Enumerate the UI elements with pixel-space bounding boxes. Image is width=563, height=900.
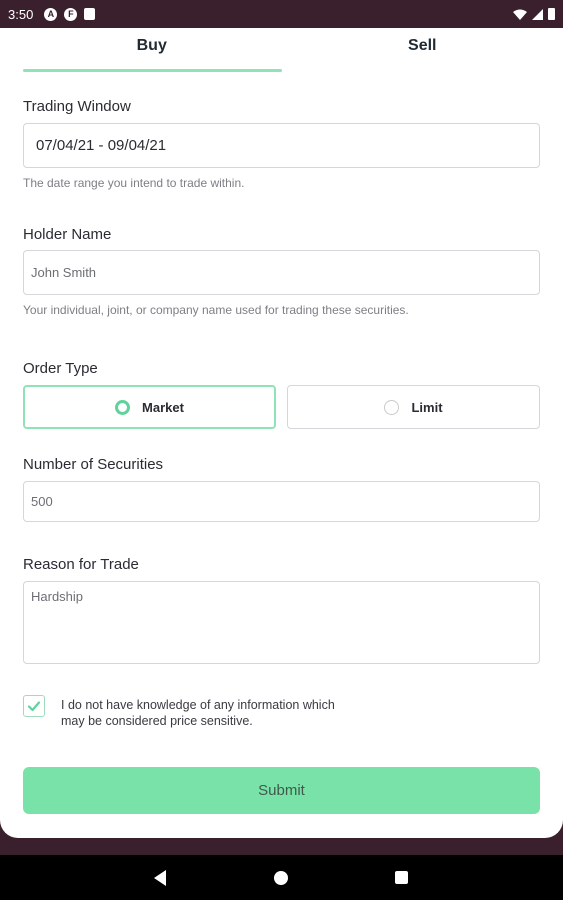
holder-name-hint: Your individual, joint, or company name … — [23, 303, 409, 317]
battery-icon — [548, 8, 555, 20]
tab-active-indicator — [23, 69, 282, 72]
holder-name-placeholder: John Smith — [31, 265, 97, 280]
sim-icon — [84, 8, 96, 20]
tab-sell[interactable]: Sell — [282, 28, 563, 72]
reason-label: Reason for Trade — [23, 556, 139, 573]
f-icon: F — [64, 7, 78, 21]
order-type-market-label: Market — [142, 399, 184, 415]
a-icon: A — [44, 7, 58, 21]
order-type-label: Order Type — [23, 360, 98, 377]
order-type-limit-button[interactable]: Limit — [287, 385, 540, 429]
reason-textarea[interactable]: Hardship — [23, 581, 540, 664]
navigation-bar — [0, 855, 563, 900]
status-bar: 3:50 A F — [0, 0, 563, 28]
securities-label: Number of Securities — [23, 456, 164, 473]
signal-icon — [532, 8, 543, 20]
order-type-limit-label: Limit — [411, 399, 443, 415]
declaration-checkbox[interactable] — [23, 695, 45, 717]
securities-placeholder: 500 — [31, 494, 53, 509]
holder-name-label: Holder Name — [23, 226, 112, 243]
trading-window-field[interactable]: 07/04/21 - 09/04/21 — [23, 123, 540, 168]
radio-selected-icon — [115, 399, 131, 415]
declaration-text: I do not have knowledge of any informati… — [61, 698, 335, 728]
back-icon[interactable] — [154, 870, 166, 886]
status-right — [513, 8, 555, 20]
status-left: 3:50 A F — [8, 6, 96, 22]
securities-field[interactable]: 500 — [23, 481, 540, 522]
wifi-icon — [513, 9, 527, 20]
order-type-market-button[interactable]: Market — [23, 385, 276, 429]
submit-button[interactable]: Submit — [23, 767, 540, 814]
holder-name-field[interactable]: John Smith — [23, 250, 540, 295]
radio-unselected-icon — [384, 399, 400, 415]
trading-window-hint: The date range you intend to trade withi… — [23, 176, 245, 190]
tab-bar: Buy Sell — [0, 28, 563, 72]
recent-apps-icon[interactable] — [395, 871, 408, 884]
checkmark-icon — [27, 701, 41, 712]
tab-buy[interactable]: Buy — [0, 28, 282, 72]
reason-placeholder: Hardship — [31, 589, 84, 604]
home-icon[interactable] — [274, 871, 288, 885]
trade-form-card: Buy Sell Trading Window 07/04/21 - 09/04… — [0, 28, 563, 838]
trading-window-label: Trading Window — [23, 98, 131, 115]
status-time: 3:50 — [8, 6, 34, 22]
trading-window-value: 07/04/21 - 09/04/21 — [36, 137, 167, 154]
